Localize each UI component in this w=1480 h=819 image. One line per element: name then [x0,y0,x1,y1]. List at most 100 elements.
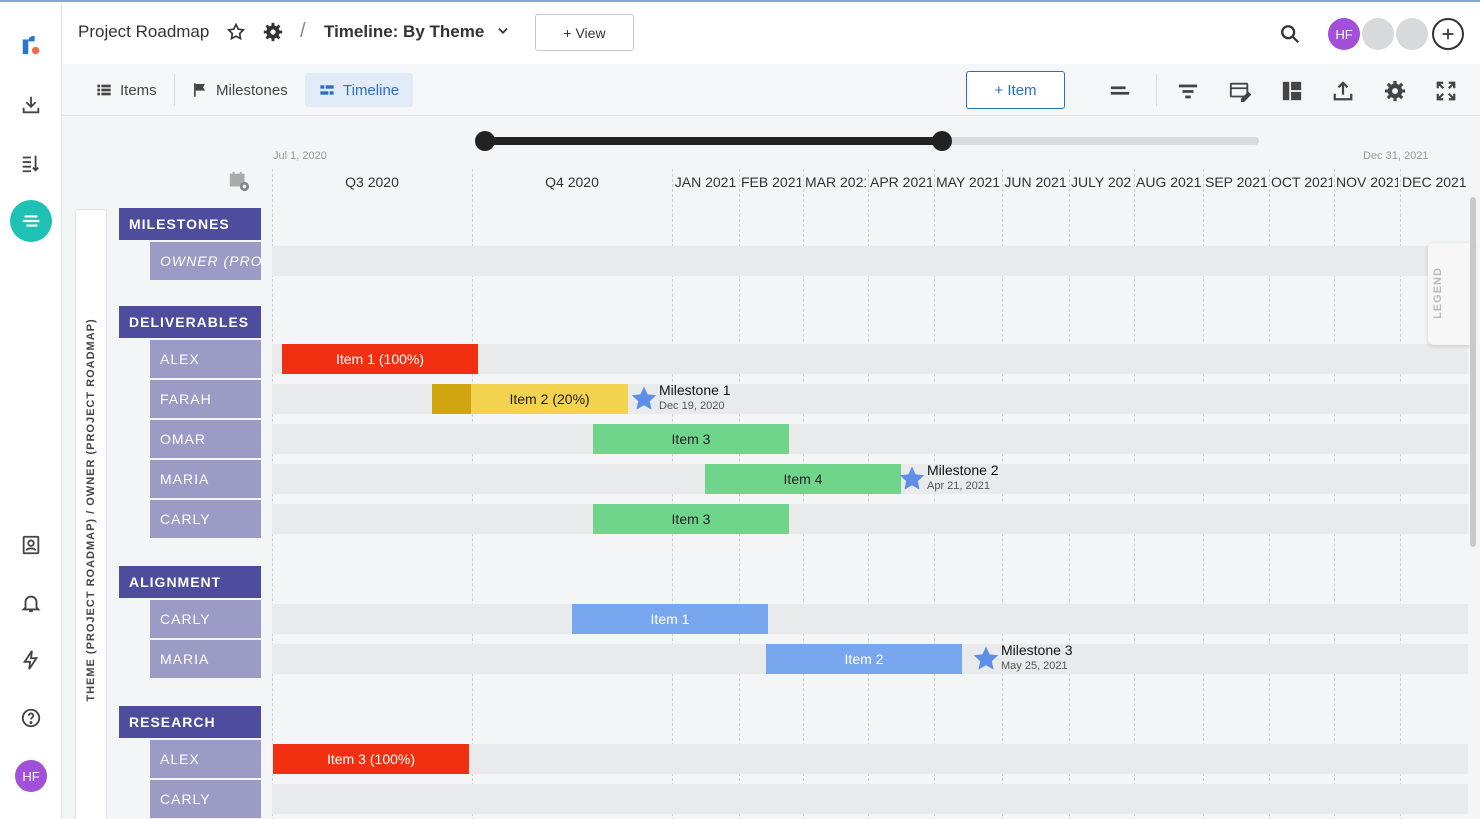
item-label: Item 3 [671,511,711,527]
bar-style-icon[interactable] [1109,80,1131,102]
timeline-canvas: Jul 1, 2020 Dec 31, 2021 Q3 2020 Q4 2020 J… [62,117,1480,819]
avatar-placeholder[interactable] [1362,18,1394,50]
legend-tab[interactable]: LEGEND [1428,243,1474,345]
avatar-placeholder[interactable] [1396,18,1428,50]
lightning-icon[interactable] [10,639,52,681]
help-icon[interactable] [10,697,52,739]
period-label: SEP 2021 [1205,174,1267,190]
owner-label[interactable]: CARLY [150,500,261,538]
legend-label: LEGEND [1432,267,1444,319]
left-sidebar: HF [0,2,62,819]
timeline-icon[interactable] [10,200,52,242]
user-avatar[interactable]: HF [1328,18,1360,50]
owner-label[interactable]: CARLY [150,780,261,818]
owner-label[interactable]: MARIA [150,640,261,678]
star-icon[interactable] [226,22,246,42]
page-title: Project Roadmap [78,22,210,41]
period-label: AUG 2021 [1136,174,1201,190]
item-label: Item 1 [335,351,375,367]
period-label: Q4 2020 [545,174,599,190]
app-window: HF Project Roadmap / Timeline: By Theme … [0,0,1480,819]
add-member-button[interactable] [1432,18,1464,50]
owner-label[interactable]: MARIA [150,460,261,498]
period-label: FEB 2021 [741,174,801,190]
period-label: JAN 2021 [674,174,737,190]
tab-label: Timeline [343,81,400,99]
view-toolbar: Items Milestones Timeline + Item [62,64,1480,116]
export-icon[interactable] [1332,80,1354,102]
gear-icon[interactable] [263,22,283,42]
layout-icon[interactable] [1281,80,1303,102]
add-item-button[interactable]: + Item [966,71,1065,109]
flag-icon [194,83,205,97]
bell-icon[interactable] [10,582,52,624]
period-label: JUN 2021 [1004,174,1067,190]
item-progress: (100%) [369,751,416,767]
new-view-button[interactable]: + View [535,14,634,51]
milestone-star-icon[interactable] [898,465,926,493]
timeline-item-bar[interactable]: Item 4 [705,464,901,494]
swimlane [272,424,1468,454]
calendar-settings-icon[interactable] [228,170,250,192]
tab-milestones[interactable]: Milestones [178,73,302,107]
tab-label: Items [120,81,157,99]
timeline-item-bar[interactable]: Item 3 [593,504,789,534]
view-name[interactable]: Timeline: By Theme [324,22,484,42]
group-label[interactable]: MILESTONES [119,208,261,240]
period-label: OCT 2021 [1271,174,1332,190]
tab-timeline[interactable]: Timeline [305,73,414,107]
group-label[interactable]: DELIVERABLES [119,306,261,338]
settings-icon[interactable] [1384,80,1406,102]
swimlane [272,504,1468,534]
contacts-icon[interactable] [10,524,52,566]
group-label[interactable]: ALIGNMENT [119,566,261,598]
tab-label: Milestones [216,81,288,99]
timeline-item-bar[interactable]: Item 1 [572,604,768,634]
owner-label[interactable]: CARLY [150,600,261,638]
item-progress: (100%) [378,351,425,367]
item-progress: (20%) [552,391,590,407]
owner-label[interactable]: ALEX [150,740,261,778]
filter-icon[interactable] [1177,80,1199,102]
logo-icon[interactable] [10,24,52,66]
period-label: APR 2021 [870,174,932,190]
milestone-name[interactable]: Milestone 2 [927,462,999,478]
owner-label[interactable]: OWNER (PROJECT ROADMAP) [150,242,261,280]
swimlane [272,604,1468,634]
chevron-down-icon[interactable] [496,24,510,38]
item-label: Item 3 [671,431,711,447]
avatar[interactable]: HF [15,760,47,792]
divider [174,74,175,106]
card-edit-icon[interactable] [1229,80,1252,102]
search-icon[interactable] [1279,23,1301,45]
range-start-handle[interactable] [475,131,495,151]
owner-label[interactable]: FARAH [150,380,261,418]
milestone-star-icon[interactable] [972,645,1000,673]
timeline-item-bar[interactable]: Item 2 (20%) [432,384,628,414]
list-sort-icon[interactable] [10,142,52,184]
swimlane [272,246,1468,276]
timeline-icon [320,85,334,95]
item-label: Item 4 [783,471,823,487]
milestone-date: Dec 19, 2020 [659,400,725,412]
timeline-end-date: Dec 31, 2021 [1363,150,1429,162]
fullscreen-icon[interactable] [1435,80,1457,102]
timeline-item-bar[interactable]: Item 3 [593,424,789,454]
milestone-date: May 25, 2021 [1001,660,1068,672]
milestone-star-icon[interactable] [630,385,658,413]
vertical-scrollbar[interactable] [1470,197,1476,547]
owner-label[interactable]: OMAR [150,420,261,458]
row-axis-title: THEME (PROJECT ROADMAP) / OWNER (PROJECT… [85,318,97,702]
range-end-handle[interactable] [931,131,952,151]
period-label: MAY 2021 [936,174,1000,190]
period-label: JULY 2021 [1071,174,1132,190]
timeline-item-bar[interactable]: Item 1 (100%) [282,344,478,374]
tab-items[interactable]: Items [82,73,171,107]
milestone-name[interactable]: Milestone 3 [1001,642,1073,658]
milestone-name[interactable]: Milestone 1 [659,382,731,398]
timeline-item-bar[interactable]: Item 3 (100%) [273,744,469,774]
owner-label[interactable]: ALEX [150,340,261,378]
inbox-download-icon[interactable] [10,84,52,126]
timeline-item-bar[interactable]: Item 2 [766,644,962,674]
group-label[interactable]: RESEARCH [119,706,261,738]
